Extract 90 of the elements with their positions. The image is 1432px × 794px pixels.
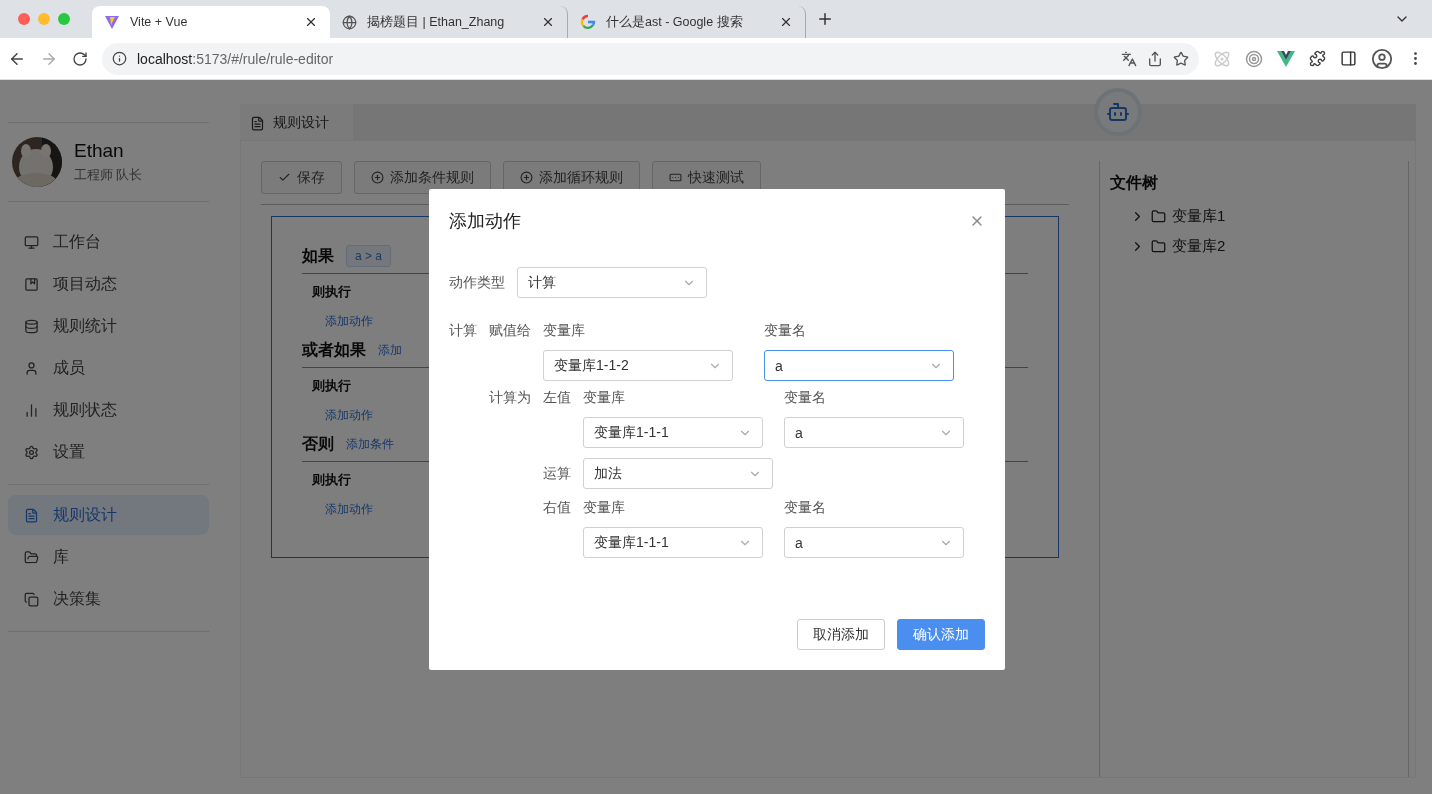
section-title: 如果 bbox=[302, 245, 334, 266]
tree-item[interactable]: 变量库2 bbox=[1110, 234, 1398, 258]
vite-logo-icon bbox=[104, 14, 120, 30]
confirm-button[interactable]: 确认添加 bbox=[897, 619, 985, 650]
google-logo-icon bbox=[580, 14, 596, 30]
star-icon[interactable] bbox=[1173, 50, 1189, 67]
info-icon[interactable] bbox=[112, 51, 127, 66]
select-field[interactable]: 变量库1-1-2 bbox=[543, 350, 733, 381]
close-icon[interactable] bbox=[304, 15, 318, 29]
bar-chart-icon bbox=[24, 402, 39, 418]
reload-icon[interactable] bbox=[72, 50, 88, 67]
select-field[interactable]: 变量库1-1-1 bbox=[583, 417, 763, 448]
tree-title: 文件树 bbox=[1110, 173, 1159, 193]
page-tab[interactable]: 规则设计 bbox=[240, 104, 353, 140]
nav-item[interactable]: 规则状态 bbox=[8, 390, 209, 430]
extensions-icon[interactable] bbox=[1309, 50, 1326, 67]
monitor-icon bbox=[24, 234, 39, 250]
user-icon bbox=[24, 360, 39, 376]
add-action-link[interactable]: 添加动作 bbox=[325, 407, 373, 424]
cancel-button[interactable]: 取消添加 bbox=[797, 619, 885, 650]
close-icon[interactable] bbox=[779, 15, 793, 29]
browser-tab[interactable]: Vite + Vue bbox=[92, 6, 330, 38]
document-icon bbox=[250, 115, 265, 131]
condition-tag[interactable]: a > a bbox=[346, 245, 392, 267]
robot-icon bbox=[1106, 100, 1130, 124]
select-field[interactable]: a bbox=[784, 527, 964, 558]
field-label: 计算 bbox=[449, 322, 478, 340]
folder-icon bbox=[1151, 208, 1166, 224]
folder-icon bbox=[24, 549, 39, 565]
select-field[interactable]: 变量库1-1-1 bbox=[583, 527, 763, 558]
plus-circle-icon bbox=[371, 171, 384, 184]
nav-item[interactable]: 库 bbox=[8, 537, 209, 577]
field-label: 右值 bbox=[543, 499, 572, 517]
section-title: 否则 bbox=[302, 434, 334, 454]
field-label: 变量库 bbox=[583, 499, 626, 517]
add-action-link[interactable]: 添加动作 bbox=[325, 501, 373, 518]
field-label: 计算为 bbox=[489, 389, 532, 407]
user-name: Ethan bbox=[74, 140, 125, 162]
nav-item[interactable]: 规则设计 bbox=[8, 495, 209, 535]
album-icon bbox=[24, 276, 39, 292]
nav-item[interactable]: 设置 bbox=[8, 432, 209, 472]
share-icon[interactable] bbox=[1147, 50, 1163, 67]
field-label: 变量库 bbox=[543, 322, 586, 340]
field-label: 赋值给 bbox=[489, 322, 532, 340]
then-label: 则执行 bbox=[312, 378, 351, 395]
field-label: 变量库 bbox=[583, 389, 626, 407]
nav-item[interactable]: 成员 bbox=[8, 348, 209, 388]
user-role: 工程师 队长 bbox=[74, 167, 143, 184]
add-condition-link[interactable]: 添加条件 bbox=[346, 436, 394, 453]
select-field[interactable]: a bbox=[784, 417, 964, 448]
then-label: 则执行 bbox=[312, 284, 351, 301]
field-label: 运算 bbox=[543, 464, 572, 483]
field-label: 变量名 bbox=[784, 389, 827, 407]
select-field[interactable]: 加法 bbox=[583, 458, 773, 489]
document-icon bbox=[24, 507, 39, 523]
toolbar-button[interactable]: 保存 bbox=[261, 161, 342, 194]
address-bar[interactable]: localhost:5173/#/rule/rule-editor bbox=[102, 42, 1199, 75]
new-tab-icon[interactable] bbox=[816, 10, 834, 28]
database-icon bbox=[24, 318, 39, 334]
field-label: 变量名 bbox=[764, 322, 807, 340]
globe-icon bbox=[342, 14, 357, 30]
profile-icon[interactable] bbox=[1371, 47, 1393, 70]
add-action-link[interactable]: 添加动作 bbox=[325, 313, 373, 330]
settings-icon bbox=[24, 444, 39, 460]
field-label: 动作类型 bbox=[449, 273, 506, 292]
translate-icon[interactable] bbox=[1121, 50, 1137, 67]
target-icon[interactable] bbox=[1245, 49, 1263, 68]
section-title: 或者如果 bbox=[302, 340, 366, 360]
copy-icon bbox=[24, 591, 39, 607]
close-icon[interactable] bbox=[541, 15, 555, 29]
select-field[interactable]: 计算 bbox=[517, 267, 707, 298]
nav-item[interactable]: 工作台 bbox=[8, 222, 209, 262]
nav-item[interactable]: 项目动态 bbox=[8, 264, 209, 304]
nav-item[interactable]: 规则统计 bbox=[8, 306, 209, 346]
field-label: 变量名 bbox=[784, 499, 827, 517]
vue-logo-icon[interactable] bbox=[1277, 50, 1295, 67]
dialog-title: 添加动作 bbox=[449, 210, 521, 233]
rectangle-icon bbox=[669, 171, 682, 184]
then-label: 则执行 bbox=[312, 472, 351, 489]
nav-item[interactable]: 决策集 bbox=[8, 579, 209, 619]
add-condition-link[interactable]: 添加 bbox=[378, 342, 402, 359]
tree-item[interactable]: 变量库1 bbox=[1110, 204, 1398, 228]
select-field[interactable]: a bbox=[764, 350, 954, 381]
folder-icon bbox=[1151, 238, 1166, 254]
side-panel-icon[interactable] bbox=[1340, 50, 1357, 67]
field-label: 左值 bbox=[543, 389, 572, 407]
toolbar-button[interactable]: 添加条件规则 bbox=[354, 161, 491, 194]
robot-button[interactable] bbox=[1094, 88, 1142, 136]
plus-circle-icon bbox=[520, 171, 533, 184]
check-icon bbox=[278, 171, 291, 184]
